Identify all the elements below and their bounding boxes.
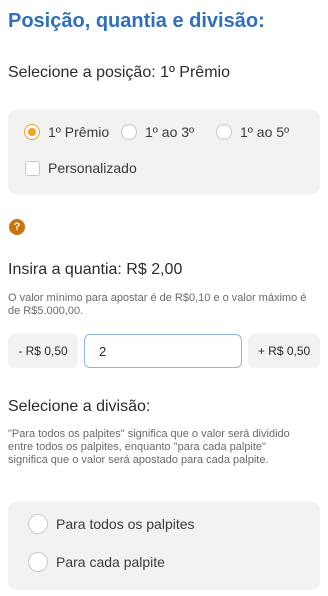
radio-selected-icon[interactable] [24,124,40,140]
division-description: "Para todos os palpites" significa que o… [8,428,290,466]
position-option-2[interactable]: 1º ao 3º [121,124,194,140]
amount-input[interactable]: 2 [84,334,242,368]
amount-note: O valor mínimo para apostar é de R$0,10 … [8,292,307,317]
position-option-label: 1º ao 5º [240,124,290,140]
custom-position-option[interactable]: Personalizado [25,160,137,176]
page-title: Posição, quantia e divisão: [8,10,265,32]
radio-icon[interactable] [121,124,137,140]
question-icon[interactable]: ? [9,219,25,235]
amount-heading: Insira a quantia: R$ 2,00 [8,261,183,278]
position-option-label: 1º Prêmio [48,124,110,140]
position-heading: Selecione a posição: 1º Prêmio [8,64,230,81]
increment-button[interactable]: + R$ 0,50 [248,334,320,368]
radio-icon[interactable] [28,514,48,534]
position-option-label: 1º ao 3º [145,124,195,140]
decrement-button[interactable]: - R$ 0,50 [8,334,78,368]
radio-icon[interactable] [216,124,232,140]
position-option-3[interactable]: 1º ao 5º [216,124,289,140]
checkbox-icon[interactable] [25,160,40,176]
division-option-label: Para cada palpite [56,554,165,570]
division-option-label: Para todos os palpites [56,516,195,532]
position-card: 1º Prêmio 1º ao 3º 1º ao 5º Personalizad… [8,110,320,194]
position-option-1[interactable]: 1º Prêmio [24,124,109,140]
division-card: Para todos os palpites Para cada palpite [8,502,320,590]
division-option-each[interactable]: Para cada palpite [28,552,165,572]
radio-icon[interactable] [28,552,48,572]
custom-position-label: Personalizado [48,160,137,176]
division-option-all[interactable]: Para todos os palpites [28,514,195,534]
division-heading: Selecione a divisão: [8,398,151,415]
